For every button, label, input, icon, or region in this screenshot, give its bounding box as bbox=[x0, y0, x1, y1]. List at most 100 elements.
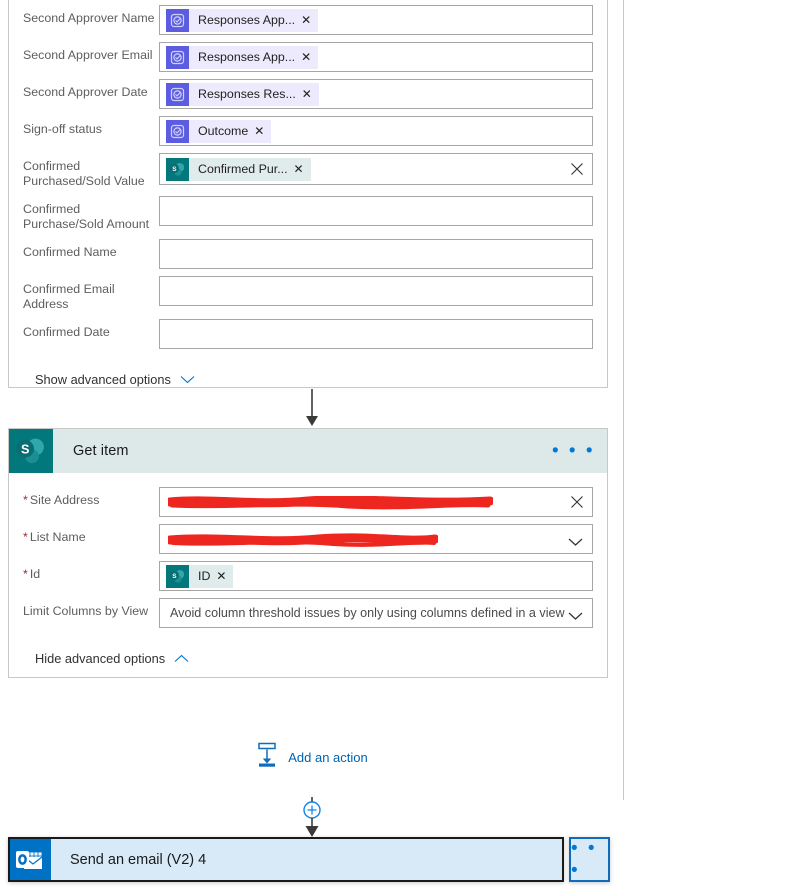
form-row: * Id S ID ✕ bbox=[23, 561, 593, 591]
token-remove-icon[interactable]: ✕ bbox=[301, 14, 318, 26]
token-remove-icon[interactable]: ✕ bbox=[294, 163, 311, 175]
form-row: Second Approver Name Responses App... ✕ bbox=[23, 5, 593, 35]
form-row: Sign-off status Outcome ✕ bbox=[23, 116, 593, 146]
token-label: Responses Res... bbox=[198, 87, 296, 101]
sharepoint-icon: S bbox=[166, 564, 189, 588]
field-control[interactable] bbox=[159, 319, 593, 349]
required-marker: * bbox=[23, 567, 28, 581]
field-label: Confirmed Date bbox=[23, 325, 110, 339]
chevron-down-icon[interactable] bbox=[568, 534, 583, 546]
card-menu-button[interactable]: • • • bbox=[569, 837, 610, 882]
form-fields-top: Second Approver Name Responses App... ✕ … bbox=[9, 0, 607, 387]
action-card-send-email[interactable]: Send an email (V2) 4 bbox=[8, 837, 564, 882]
svg-text:S: S bbox=[172, 166, 177, 173]
token-chip[interactable]: Responses App... ✕ bbox=[166, 45, 319, 69]
field-label: * Id bbox=[23, 567, 41, 581]
sharepoint-icon: S bbox=[166, 157, 189, 181]
token-remove-icon[interactable]: ✕ bbox=[254, 125, 271, 137]
field-control[interactable]: S Confirmed Pur... ✕ bbox=[159, 153, 593, 185]
form-row: Confirmed Purchased/Sold Value S Confirm… bbox=[23, 153, 593, 189]
field-label: Limit Columns by View bbox=[23, 604, 149, 618]
chevron-down-icon bbox=[180, 375, 195, 384]
token-chip[interactable]: Outcome ✕ bbox=[166, 119, 272, 143]
card-title: Send an email (V2) 4 bbox=[70, 851, 207, 868]
field-control[interactable] bbox=[159, 276, 593, 306]
site-address-input[interactable] bbox=[159, 487, 593, 517]
token-label: Responses App... bbox=[198, 13, 296, 27]
field-control[interactable]: Responses Res... ✕ bbox=[159, 79, 593, 109]
flow-designer-canvas: Second Approver Name Responses App... ✕ … bbox=[0, 0, 800, 896]
approvals-icon bbox=[166, 8, 189, 32]
field-label: Confirmed Name bbox=[23, 245, 117, 259]
advanced-toggle-label: Hide advanced options bbox=[35, 651, 166, 666]
add-an-action-button[interactable]: Add an action bbox=[0, 742, 624, 773]
field-label: Confirmed Purchase/Sold Amount bbox=[23, 202, 150, 231]
svg-text:S: S bbox=[21, 443, 29, 457]
token-label: Confirmed Pur... bbox=[198, 162, 288, 176]
approvals-icon bbox=[166, 45, 189, 69]
token-remove-icon[interactable]: ✕ bbox=[302, 88, 319, 100]
add-an-action-label: Add an action bbox=[288, 750, 368, 765]
form-row: * Site Address bbox=[23, 487, 593, 517]
token-remove-icon[interactable]: ✕ bbox=[216, 570, 233, 582]
outlook-icon bbox=[10, 839, 51, 880]
action-card-set-properties[interactable]: Second Approver Name Responses App... ✕ … bbox=[8, 0, 608, 388]
show-advanced-options-toggle[interactable]: Show advanced options bbox=[23, 356, 593, 387]
field-placeholder-text: Avoid column threshold issues by only us… bbox=[170, 606, 565, 620]
form-row: Second Approver Date Responses Res... ✕ bbox=[23, 79, 593, 109]
insert-action-icon bbox=[256, 742, 278, 773]
field-label: Confirmed Purchased/Sold Value bbox=[23, 159, 145, 188]
field-label: * Site Address bbox=[23, 493, 100, 507]
token-chip[interactable]: Responses App... ✕ bbox=[166, 8, 319, 32]
token-chip[interactable]: Responses Res... ✕ bbox=[166, 82, 319, 106]
list-name-dropdown[interactable] bbox=[159, 524, 593, 554]
chevron-down-icon[interactable] bbox=[568, 608, 583, 620]
form-row: Confirmed Name bbox=[23, 239, 593, 269]
sharepoint-icon: S bbox=[9, 429, 53, 473]
clear-field-icon[interactable] bbox=[570, 495, 584, 509]
field-label: * List Name bbox=[23, 530, 86, 544]
field-label: Second Approver Date bbox=[23, 85, 148, 99]
field-control[interactable] bbox=[159, 239, 593, 269]
action-card-get-item[interactable]: S Get item • • • * Site Address * List N… bbox=[8, 428, 608, 678]
svg-text:S: S bbox=[172, 573, 177, 580]
form-fields-get-item: * Site Address * List Name * Id S ID ✕ L… bbox=[9, 473, 607, 666]
required-marker: * bbox=[23, 530, 28, 544]
id-input[interactable]: S ID ✕ bbox=[159, 561, 593, 591]
connector-arrow bbox=[0, 389, 624, 427]
field-label: Second Approver Email bbox=[23, 48, 153, 62]
token-chip[interactable]: S ID ✕ bbox=[166, 564, 234, 588]
clear-field-icon[interactable] bbox=[570, 162, 584, 176]
form-row: Confirmed Date bbox=[23, 319, 593, 349]
required-marker: * bbox=[23, 493, 28, 507]
form-row: Confirmed Email Address bbox=[23, 276, 593, 312]
card-menu-button[interactable]: • • • bbox=[552, 442, 595, 461]
token-label: Responses App... bbox=[198, 50, 296, 64]
approvals-icon bbox=[166, 119, 189, 143]
field-control[interactable] bbox=[159, 196, 593, 226]
token-label: Outcome bbox=[198, 124, 249, 138]
action-card-send-email-wrapper: Send an email (V2) 4 • • • bbox=[8, 837, 610, 882]
chevron-up-icon bbox=[174, 654, 189, 663]
advanced-toggle-label: Show advanced options bbox=[35, 372, 171, 387]
field-label: Confirmed Email Address bbox=[23, 282, 115, 311]
field-control[interactable]: Responses App... ✕ bbox=[159, 42, 593, 72]
token-chip[interactable]: S Confirmed Pur... ✕ bbox=[166, 157, 311, 181]
field-control[interactable]: Outcome ✕ bbox=[159, 116, 593, 146]
hide-advanced-options-toggle[interactable]: Hide advanced options bbox=[23, 635, 593, 666]
form-row: * List Name bbox=[23, 524, 593, 554]
limit-columns-by-view-dropdown[interactable]: Avoid column threshold issues by only us… bbox=[159, 598, 593, 628]
form-row: Confirmed Purchase/Sold Amount bbox=[23, 196, 593, 232]
redaction-mark bbox=[168, 532, 438, 547]
approvals-icon bbox=[166, 82, 189, 106]
form-row: Limit Columns by View Avoid column thres… bbox=[23, 598, 593, 628]
card-title: Get item bbox=[73, 443, 129, 459]
token-remove-icon[interactable]: ✕ bbox=[301, 51, 318, 63]
token-label: ID bbox=[198, 569, 211, 583]
card-header[interactable]: S Get item • • • bbox=[9, 429, 607, 473]
field-label: Second Approver Name bbox=[23, 11, 155, 25]
field-control[interactable]: Responses App... ✕ bbox=[159, 5, 593, 35]
form-row: Second Approver Email Responses App... ✕ bbox=[23, 42, 593, 72]
field-label: Sign-off status bbox=[23, 122, 102, 136]
connector-insert-node[interactable] bbox=[0, 797, 624, 839]
